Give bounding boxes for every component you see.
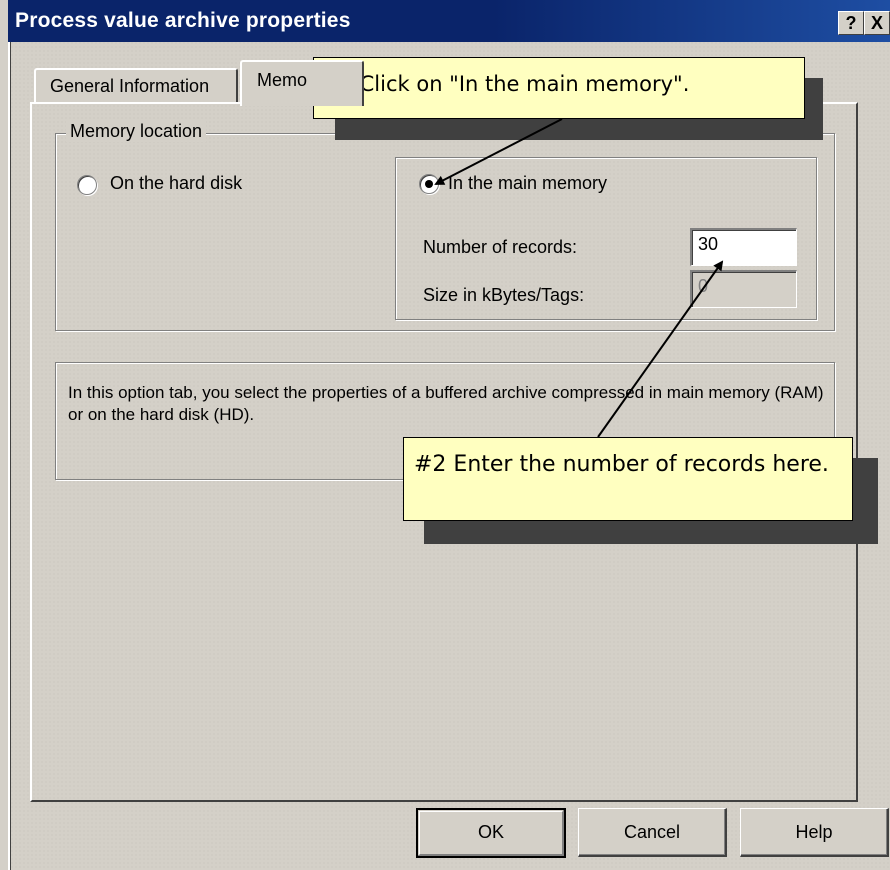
main-memory-label[interactable]: In the main memory (448, 173, 607, 194)
cancel-button[interactable]: Cancel (578, 808, 727, 857)
hard-disk-label[interactable]: On the hard disk (110, 173, 242, 194)
info-text: In this option tab, you select the prope… (68, 383, 824, 424)
close-title-button[interactable]: X (864, 11, 890, 35)
hard-disk-radio[interactable] (77, 175, 97, 195)
callout-2-text: #2 Enter the number of records here. (414, 452, 829, 477)
callout-1: #1 Click on "In the main memory". (313, 57, 805, 119)
tab-general-information-label: General Information (50, 76, 210, 96)
help-button[interactable]: Help (740, 808, 889, 857)
tab-memory[interactable]: Memo (240, 60, 364, 106)
tab-memory-label: Memo (257, 70, 308, 90)
number-of-records-input[interactable]: 30 (690, 228, 797, 266)
memory-location-legend: Memory location (66, 121, 207, 142)
window-left-border (0, 0, 8, 869)
help-title-button[interactable]: ? (838, 11, 864, 35)
callout-1-text: #1 Click on "In the main memory". (322, 72, 690, 96)
number-of-records-label: Number of records: (423, 237, 578, 257)
main-memory-radio[interactable] (419, 174, 439, 194)
ok-button[interactable]: OK (416, 808, 566, 858)
radio-selected-dot (425, 180, 433, 188)
ok-button-label: OK (477, 822, 504, 842)
tab-general-information[interactable]: General Information (34, 68, 238, 102)
callout-2: #2 Enter the number of records here. (403, 437, 853, 521)
title-bar[interactable]: Process value archive properties ? X (8, 0, 890, 42)
window-title: Process value archive properties (15, 9, 351, 32)
size-field: 0 (690, 270, 797, 308)
size-label: Size in kBytes/Tags: (423, 285, 585, 305)
